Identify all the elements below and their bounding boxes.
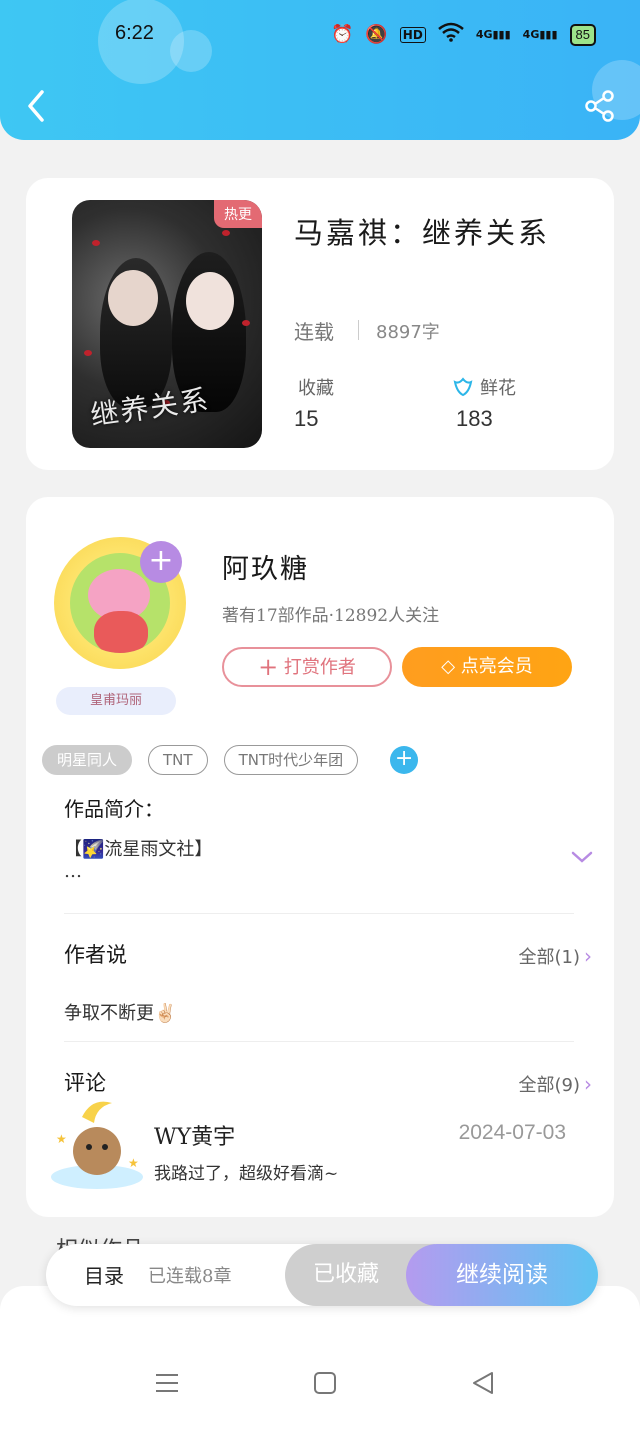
add-tag-button[interactable]: + bbox=[390, 746, 419, 774]
tag-item[interactable]: TNT时代少年团 bbox=[223, 745, 359, 775]
menu-icon bbox=[156, 1374, 178, 1392]
commenter-name[interactable]: WY黄宇 bbox=[154, 1119, 235, 1151]
home-nav-button[interactable] bbox=[312, 1370, 338, 1400]
chevron-down-icon bbox=[571, 851, 593, 863]
comments-more-link[interactable]: 全部(9) › bbox=[519, 1071, 593, 1097]
chevron-right-icon: › bbox=[584, 1072, 592, 1096]
system-nav-bar bbox=[0, 1370, 640, 1410]
chevron-right-icon: › bbox=[584, 944, 592, 968]
book-info-card: 继养关系 热更 马嘉祺：继养关系 连载 8897字 收藏 15 鲜花 183 bbox=[26, 178, 614, 470]
signal-icon: 4G▮▮▮ bbox=[475, 28, 511, 41]
avatar-pig-body bbox=[94, 611, 148, 653]
moon-avatar-icon: ★ ★ bbox=[51, 1101, 143, 1189]
favorites-value: 15 bbox=[294, 406, 319, 431]
comments-more-label: 全部(9) bbox=[518, 1075, 581, 1096]
vip-button[interactable]: ◇ 点亮会员 bbox=[402, 647, 572, 687]
cover-figure bbox=[108, 270, 158, 326]
book-status: 连载 bbox=[294, 320, 334, 344]
triangle-back-icon bbox=[473, 1372, 493, 1394]
vip-label: 点亮会员 bbox=[460, 656, 533, 677]
decor-bubble bbox=[170, 30, 212, 72]
signal-icon: 4G▮▮▮ bbox=[522, 28, 558, 41]
follow-add-button[interactable]: + bbox=[140, 541, 182, 583]
comment-text: 我路过了，超级好看滴~ bbox=[154, 1164, 339, 1184]
favorites-label: 收藏 bbox=[298, 378, 334, 399]
author-says-title: 作者说 bbox=[64, 943, 127, 967]
chevron-left-icon bbox=[28, 90, 44, 122]
tip-author-button[interactable]: + 打赏作者 bbox=[222, 647, 392, 687]
author-says-text: 争取不断更✌🏻 bbox=[64, 1003, 177, 1024]
chapter-count: 已连载8章 bbox=[148, 1266, 232, 1287]
status-time: 6:22 bbox=[115, 22, 154, 44]
cover-figure bbox=[186, 272, 234, 330]
network-type: 4G bbox=[475, 28, 493, 41]
flower-icon bbox=[453, 377, 473, 397]
tag-item[interactable]: 明星同人 bbox=[42, 745, 133, 775]
toc-button[interactable]: 目录 bbox=[84, 1260, 124, 1289]
bottom-action-bar: 目录 已连载8章 已收藏 继续阅读 bbox=[46, 1244, 598, 1306]
avatar-frame-badge: 皇甫玛丽 bbox=[56, 687, 176, 715]
svg-text:★: ★ bbox=[56, 1132, 67, 1146]
top-header: 6:22 ⏰ 🔕 HD 4G▮▮▮ 4G▮▮▮ 85 bbox=[0, 0, 640, 140]
divider bbox=[358, 320, 359, 340]
book-title: 马嘉祺：继养关系 bbox=[294, 216, 551, 250]
tip-author-label: 打赏作者 bbox=[283, 657, 356, 678]
svg-text:★: ★ bbox=[128, 1156, 139, 1170]
battery-icon: 85 bbox=[569, 23, 596, 46]
expand-intro-button[interactable] bbox=[570, 849, 594, 869]
divider bbox=[64, 1041, 574, 1042]
network-type: 4G bbox=[522, 28, 540, 41]
intro-title: 作品简介： bbox=[64, 797, 164, 821]
cover-petal bbox=[84, 350, 92, 356]
share-icon bbox=[585, 90, 614, 122]
diamond-icon: ◇ bbox=[441, 656, 456, 677]
author-says-more-link[interactable]: 全部(1) › bbox=[519, 943, 593, 969]
alarm-icon: ⏰ bbox=[330, 24, 354, 45]
author-says-more-label: 全部(1) bbox=[518, 947, 581, 968]
tag-list: 明星同人 TNT TNT时代少年团 + bbox=[42, 745, 419, 775]
mute-icon: 🔕 bbox=[365, 24, 388, 45]
cover-petal bbox=[92, 240, 100, 246]
tag-item[interactable]: TNT bbox=[148, 745, 208, 775]
menu-nav-button[interactable] bbox=[154, 1370, 180, 1400]
divider bbox=[64, 913, 574, 914]
back-nav-button[interactable] bbox=[470, 1370, 496, 1400]
word-count: 8897字 bbox=[376, 322, 440, 343]
cover-petal bbox=[242, 320, 250, 326]
flowers-value: 183 bbox=[456, 406, 493, 431]
flowers-label: 鲜花 bbox=[452, 374, 516, 400]
hd-icon: HD bbox=[399, 26, 426, 43]
continue-reading-button[interactable]: 继续阅读 bbox=[406, 1244, 598, 1306]
share-button[interactable] bbox=[584, 90, 616, 122]
status-icons: ⏰ 🔕 HD 4G▮▮▮ 4G▮▮▮ 85 bbox=[331, 22, 596, 47]
back-button[interactable] bbox=[22, 88, 52, 124]
cover-petal bbox=[222, 230, 230, 236]
plus-icon: + bbox=[258, 653, 279, 681]
wifi-icon bbox=[438, 22, 464, 47]
square-icon bbox=[314, 1372, 336, 1394]
author-name[interactable]: 阿玖糖 bbox=[222, 547, 309, 586]
hot-badge: 热更 bbox=[214, 200, 262, 228]
author-meta: 著有17部作品·12892人关注 bbox=[222, 606, 440, 626]
commenter-avatar[interactable]: ★ ★ bbox=[42, 1093, 152, 1203]
comment-date: 2024-07-03 bbox=[458, 1121, 566, 1144]
intro-ellipsis: … bbox=[64, 861, 82, 882]
details-card: + 皇甫玛丽 阿玖糖 著有17部作品·12892人关注 + 打赏作者 ◇ 点亮会… bbox=[26, 497, 614, 1217]
flowers-label-text: 鲜花 bbox=[480, 378, 516, 399]
intro-line: 【🌠流星雨文社】 bbox=[64, 839, 213, 860]
book-cover[interactable]: 继养关系 热更 bbox=[72, 200, 262, 448]
